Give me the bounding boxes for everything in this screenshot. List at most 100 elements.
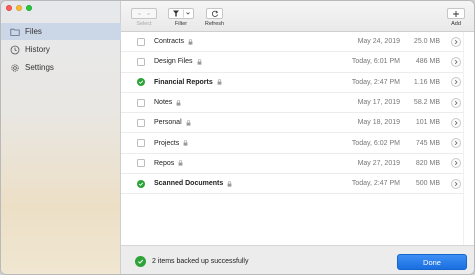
file-name-text: Financial Reports <box>154 78 213 86</box>
select-label: Select <box>136 21 152 27</box>
success-check-icon <box>135 256 146 267</box>
file-name: Notes <box>154 99 181 106</box>
row-checkbox[interactable] <box>137 57 145 66</box>
maximize-window-button[interactable] <box>26 5 32 11</box>
window-controls <box>6 5 32 11</box>
close-window-button[interactable] <box>6 5 12 11</box>
file-name: Scanned Documents <box>154 180 232 187</box>
done-button[interactable]: Done <box>397 254 467 270</box>
row-checkbox[interactable] <box>137 159 145 168</box>
sidebar: Files History Settings <box>1 1 121 274</box>
sidebar-nav: Files History Settings <box>1 23 121 77</box>
row-detail-button[interactable] <box>451 117 461 128</box>
lock-icon <box>178 160 183 167</box>
chevron-right-icon <box>454 161 458 166</box>
row-checkbox-checked[interactable] <box>137 179 145 188</box>
file-name: Projects <box>154 140 188 147</box>
filter-button[interactable] <box>168 8 194 19</box>
row-detail-button[interactable] <box>451 138 461 149</box>
gear-icon <box>11 63 19 72</box>
refresh-button[interactable] <box>206 8 223 19</box>
refresh-label: Refresh <box>204 21 225 27</box>
file-name: Contracts <box>154 38 193 45</box>
sidebar-item-label: Settings <box>25 63 54 72</box>
file-size: 58.2 MB <box>413 99 440 107</box>
checkmark-icon <box>138 80 144 85</box>
select-button[interactable] <box>131 8 157 19</box>
row-detail-button[interactable] <box>451 36 461 47</box>
table-row[interactable]: Projects Today, 6:02 PM 745 MB <box>121 134 463 154</box>
file-name-text: Contracts <box>154 38 184 46</box>
lock-icon <box>197 59 201 65</box>
file-size: 820 MB <box>415 159 440 167</box>
lock-icon <box>186 120 191 126</box>
lock-icon <box>227 180 232 187</box>
clock-icon <box>10 45 20 54</box>
chevron-right-icon <box>454 181 458 186</box>
lock-icon <box>176 99 181 106</box>
file-name: Design Files <box>154 58 202 65</box>
file-date: Today, 2:47 PM <box>351 180 400 188</box>
row-detail-button[interactable] <box>451 97 461 108</box>
add-label: Add <box>451 21 461 27</box>
file-name-text: Projects <box>154 139 180 147</box>
file-date: May 18, 2019 <box>357 119 400 127</box>
file-date: Today, 6:02 PM <box>351 139 400 147</box>
chevron-right-icon <box>454 59 458 65</box>
chevron-right-icon <box>454 100 458 105</box>
file-name: Repos <box>154 160 183 167</box>
file-size: 101 MB <box>415 119 440 127</box>
row-checkbox[interactable] <box>137 139 145 148</box>
row-detail-button[interactable] <box>451 56 461 67</box>
sidebar-item-history[interactable]: History <box>1 41 121 58</box>
table-row[interactable]: Financial Reports Today, 2:47 PM 1.16 MB <box>121 73 463 93</box>
row-checkbox[interactable] <box>137 98 145 107</box>
checkmark-icon <box>138 182 144 186</box>
plus-icon <box>453 10 459 17</box>
filter-icon <box>173 9 190 18</box>
row-checkbox-checked[interactable] <box>137 78 145 87</box>
file-size: 486 MB <box>415 58 440 66</box>
sidebar-item-settings[interactable]: Settings <box>1 59 121 76</box>
add-button[interactable] <box>447 8 465 19</box>
file-size: 25.0 MB <box>413 38 440 46</box>
table-row[interactable]: Scanned Documents Today, 2:47 PM 500 MB <box>121 174 463 195</box>
row-detail-button[interactable] <box>451 77 461 88</box>
table-row[interactable]: Personal May 18, 2019 101 MB <box>121 113 463 134</box>
file-name: Financial Reports <box>154 79 222 86</box>
file-date: May 17, 2019 <box>357 99 400 107</box>
file-list: Contracts May 24, 2019 25.0 MB Design Fi… <box>121 32 474 245</box>
table-row[interactable]: Design Files Today, 6:01 PM 486 MB <box>121 52 463 73</box>
status-footer: 2 items backed up successfully Done <box>121 245 474 274</box>
file-name: Personal <box>154 119 191 126</box>
row-detail-button[interactable] <box>451 178 461 189</box>
filter-label: Filter <box>174 21 188 27</box>
sidebar-item-files[interactable]: Files <box>1 23 121 40</box>
lock-icon <box>183 140 188 146</box>
file-date: Today, 6:01 PM <box>351 58 400 66</box>
sidebar-item-label: History <box>25 45 50 54</box>
row-checkbox[interactable] <box>137 118 145 127</box>
app-window: Files History Settings Select Filter Ref… <box>0 0 475 275</box>
file-size: 745 MB <box>415 139 440 147</box>
chevron-right-icon <box>454 39 458 44</box>
file-name-text: Design Files <box>154 58 193 66</box>
refresh-icon <box>211 10 218 17</box>
lock-icon <box>217 79 222 85</box>
table-row[interactable]: Notes May 17, 2019 58.2 MB <box>121 93 463 114</box>
vertical-scrollbar[interactable] <box>463 32 474 245</box>
file-date: May 24, 2019 <box>357 38 400 46</box>
sidebar-item-label: Files <box>25 27 42 36</box>
row-checkbox[interactable] <box>137 37 145 46</box>
row-detail-button[interactable] <box>451 158 461 169</box>
segment-icon <box>138 13 150 14</box>
file-name-text: Repos <box>154 159 175 167</box>
file-size: 500 MB <box>415 180 440 188</box>
table-row[interactable]: Repos May 27, 2019 820 MB <box>121 154 463 175</box>
file-date: Today, 2:47 PM <box>351 78 400 86</box>
file-size: 1.16 MB <box>413 78 440 86</box>
toolbar: Select Filter Refresh Add <box>121 1 474 32</box>
table-row[interactable]: Contracts May 24, 2019 25.0 MB <box>121 32 463 53</box>
lock-icon <box>188 38 193 45</box>
minimize-window-button[interactable] <box>16 5 22 11</box>
